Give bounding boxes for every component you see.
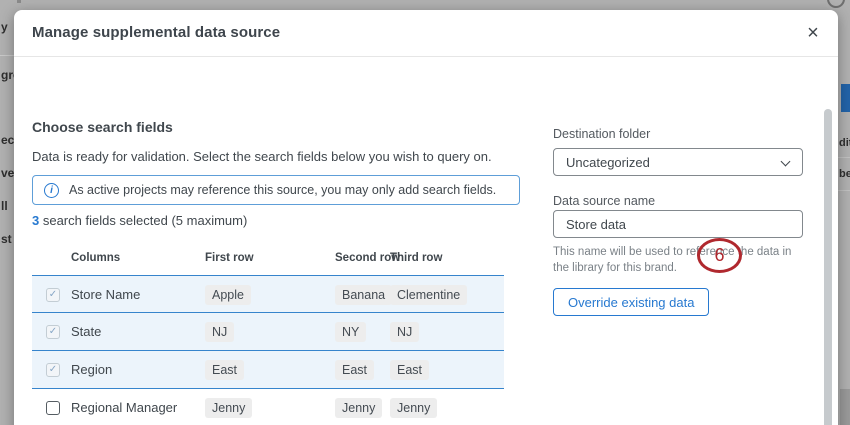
section-heading: Choose search fields — [32, 119, 173, 135]
dialog-header: Manage supplemental data source × — [14, 10, 838, 57]
background-divider — [0, 55, 14, 56]
data-source-name-input[interactable] — [553, 210, 803, 238]
section-description: Data is ready for validation. Select the… — [32, 149, 492, 164]
cell-pill: Apple — [205, 285, 251, 305]
annotation-circle-6: 6 — [697, 238, 742, 273]
table-row[interactable]: ✓ State NJ NY NJ — [32, 313, 504, 351]
cell-pill: Jenny — [390, 398, 437, 418]
row-field-name: State — [71, 324, 101, 339]
cell-pill: East — [335, 360, 374, 380]
background-text-fragment: ect — [1, 133, 14, 147]
override-existing-data-button[interactable]: Override existing data — [553, 288, 709, 316]
background-text-fragment: ll — [1, 199, 14, 213]
background-top-mark — [17, 0, 21, 3]
info-banner-text: As active projects may reference this so… — [69, 183, 496, 197]
cell-pill: NY — [335, 322, 366, 342]
annotation-number: 6 — [714, 245, 724, 266]
table-row[interactable]: Regional Manager Jenny Jenny Jenny — [32, 389, 504, 425]
background-text-fragment: y — [1, 20, 14, 34]
cell-pill: NJ — [390, 322, 419, 342]
row-checkbox: ✓ — [46, 325, 60, 339]
info-banner: i As active projects may reference this … — [32, 175, 520, 205]
background-block-fragment — [840, 389, 850, 425]
table-header-row: Columns First row Second row Third row — [32, 245, 504, 275]
background-text-fragment: dit — [839, 137, 850, 149]
info-icon: i — [44, 183, 59, 198]
background-text-fragment: st — [1, 232, 14, 246]
cell-pill: East — [390, 360, 429, 380]
cell-pill: NJ — [205, 322, 234, 342]
close-icon[interactable]: × — [801, 21, 825, 45]
destination-folder-select[interactable]: Uncategorized — [553, 148, 803, 176]
row-checkbox: ✓ — [46, 288, 60, 302]
background-divider — [838, 190, 850, 191]
data-source-name-label: Data source name — [553, 194, 655, 208]
selection-count-text: search fields selected (5 maximum) — [39, 213, 247, 228]
cell-pill: Jenny — [205, 398, 252, 418]
row-field-name: Regional Manager — [71, 400, 177, 415]
dialog-title: Manage supplemental data source — [32, 24, 280, 41]
background-primary-button-fragment — [841, 84, 850, 112]
scrollbar-thumb[interactable] — [824, 109, 832, 425]
background-text-fragment: be — [839, 168, 850, 180]
column-header-first-row: First row — [205, 252, 254, 264]
table-row[interactable]: ✓ Store Name Apple Banana Clementine — [32, 275, 504, 313]
cell-pill: Clementine — [390, 285, 467, 305]
name-helper-text: This name will be used to reference the … — [553, 245, 803, 276]
row-checkbox[interactable] — [46, 401, 60, 415]
destination-folder-value: Uncategorized — [566, 155, 650, 170]
cell-pill: Jenny — [335, 398, 382, 418]
table-body: ✓ Store Name Apple Banana Clementine ✓ S… — [32, 275, 504, 425]
search-fields-table: Columns First row Second row Third row ✓… — [32, 245, 504, 425]
chevron-down-icon — [781, 157, 791, 167]
screen: y gro ect ver ll st dit be Manage supplemental… — [0, 0, 850, 425]
row-field-name: Store Name — [71, 287, 140, 302]
background-text-fragment: gro — [1, 68, 14, 82]
column-header-columns: Columns — [71, 252, 120, 264]
column-header-third-row: Third row — [390, 252, 442, 264]
cell-pill: East — [205, 360, 244, 380]
manage-supplemental-data-source-dialog: Manage supplemental data source × Choose… — [14, 10, 838, 425]
selection-count: 3 search fields selected (5 maximum) — [32, 213, 247, 228]
background-text-fragment: ver — [1, 166, 14, 180]
row-field-name: Region — [71, 362, 112, 377]
help-icon — [827, 0, 845, 8]
row-checkbox: ✓ — [46, 363, 60, 377]
table-row[interactable]: ✓ Region East East East — [32, 351, 504, 389]
destination-folder-label: Destination folder — [553, 127, 650, 141]
cell-pill: Banana — [335, 285, 392, 305]
background-divider — [838, 157, 850, 158]
